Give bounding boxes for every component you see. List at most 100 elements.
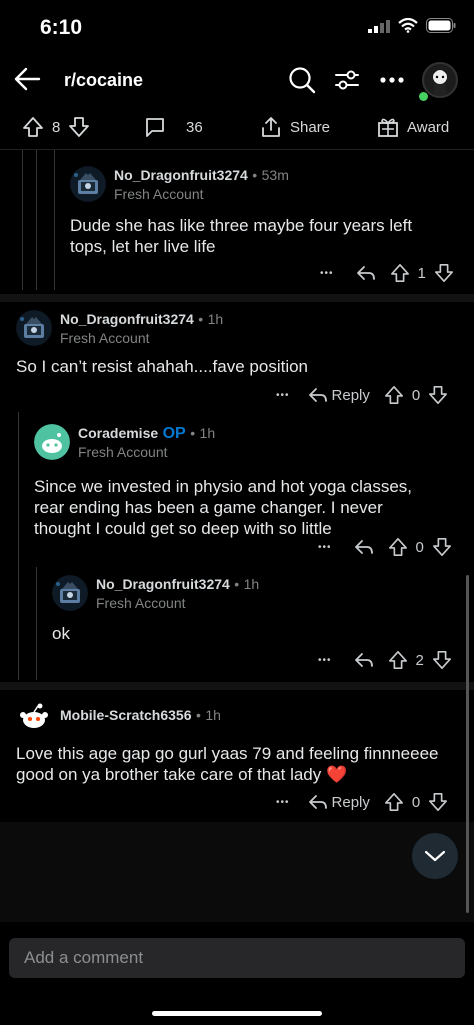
award-icon [378,118,398,137]
more-button[interactable]: ••• [318,655,332,666]
upvote-icon[interactable] [390,263,410,283]
comments-button[interactable]: 36 [144,116,203,138]
downvote-icon[interactable] [428,792,448,812]
user-flair: Fresh Account [78,443,168,460]
post-actions-bar: 8 36 Share Award [0,104,474,150]
comment-age: 1h [199,424,216,441]
avatar-icon [432,70,448,96]
reply-icon [308,795,327,809]
comment-body: So I can’t resist ahahah....fave positio… [16,357,309,376]
dot-separator: • [195,707,201,723]
comment: No_Dragonfruit3274 • 1h Fresh Account ok [52,575,452,644]
comment-input[interactable] [9,938,465,978]
comment-actions: ••• Reply 0 [276,792,448,812]
dot-separator: • [252,166,258,183]
wifi-icon [398,18,418,33]
more-button[interactable]: ••• [320,268,334,279]
downvote-icon[interactable] [432,537,452,557]
comment-score: 0 [411,793,421,811]
filter-icon[interactable] [334,69,360,91]
home-indicator[interactable] [152,1011,322,1016]
comment: No_Dragonfruit3274 • 1h Fresh Account So… [16,310,456,377]
upvote-icon[interactable] [384,792,404,812]
reply-icon[interactable] [354,651,374,669]
comment-username[interactable]: No_Dragonfruit3274 [114,167,248,183]
upvote-icon[interactable] [22,116,44,138]
downvote-icon[interactable] [68,116,90,138]
comment: Mobile-Scratch6356 • 1h Love this age ga… [16,698,456,785]
comment-actions: ••• 1 [320,263,454,283]
upvote-icon[interactable] [388,650,408,670]
downvote-icon[interactable] [434,263,454,283]
nav-bar: r/cocaine [0,56,474,104]
search-icon[interactable] [288,66,316,94]
downvote-icon[interactable] [432,650,452,670]
more-button[interactable]: ••• [318,542,332,553]
comment-actions: ••• 0 [318,537,452,557]
user-avatar[interactable] [422,62,458,98]
reply-icon[interactable] [356,264,376,282]
snoo-avatar-icon[interactable] [16,698,52,734]
more-button[interactable]: ••• [276,390,290,401]
comment-score: 0 [411,386,421,404]
award-button[interactable]: Award [377,116,449,138]
comment-header: No_Dragonfruit3274 • 1h Fresh Account [52,575,452,611]
chevron-down-icon [424,850,446,862]
downvote-icon[interactable] [428,385,448,405]
share-button[interactable]: Share [260,116,330,138]
award-label: Award [407,118,450,136]
comment-composer[interactable] [9,938,465,978]
user-flair: Fresh Account [96,594,186,611]
comment-age: 53m [261,166,289,183]
comment-header: Mobile-Scratch6356 • 1h [16,698,456,734]
thread-line [54,150,55,290]
comment-count: 36 [186,118,203,136]
comment-score: 0 [415,538,424,556]
more-button[interactable]: ••• [276,797,290,808]
comment: Corademise OP • 1h Fresh Account Since w… [34,424,454,539]
robot-avatar-icon[interactable] [70,166,106,202]
reply-icon[interactable] [354,538,374,556]
reply-button[interactable]: Reply [308,793,370,811]
back-arrow-icon[interactable] [12,64,42,94]
comment-username[interactable]: Corademise [78,425,158,441]
heart-emoji: ❤️ [326,765,348,784]
upvote-icon[interactable] [384,385,404,405]
comment-actions: ••• 2 [318,650,452,670]
reply-label: Reply [331,793,370,811]
thread-line [36,150,37,290]
robot-avatar-icon[interactable] [16,310,52,346]
thread-line [18,412,19,680]
battery-icon [426,18,456,33]
reply-icon [308,388,327,402]
user-flair: Fresh Account [60,329,150,346]
signal-icon [368,19,390,33]
upvote-icon[interactable] [388,537,408,557]
reply-label: Reply [331,386,370,404]
scrollbar[interactable] [466,575,469,913]
snoo-avatar-icon[interactable] [34,424,70,460]
comment-age: 1h [205,707,221,723]
comment-username[interactable]: No_Dragonfruit3274 [60,311,194,327]
comment-username[interactable]: No_Dragonfruit3274 [96,576,230,592]
status-bar: 6:10 [0,0,474,56]
reply-button[interactable]: Reply [308,386,370,404]
thread-line [36,567,37,680]
comment-body: Since we invested in physio and hot yoga… [34,477,413,538]
comment-separator [0,294,474,302]
post-score: 8 [52,118,61,136]
scroll-down-button[interactable] [412,833,458,879]
comment-separator [0,682,474,690]
robot-avatar-icon[interactable] [52,575,88,611]
subreddit-title[interactable]: r/cocaine [64,70,143,91]
share-icon [262,117,280,137]
nav-tools [288,62,458,98]
comment-body: ok [52,624,70,643]
comment-text: Love this age gap go gurl yaas 79 and fe… [16,744,439,784]
more-icon[interactable] [380,77,404,83]
comment-username[interactable]: Mobile-Scratch6356 [60,707,192,723]
comment-header: Corademise OP • 1h Fresh Account [34,424,454,460]
comment-score: 2 [415,651,424,669]
user-flair: Fresh Account [114,185,204,202]
comment-score: 1 [417,264,426,282]
